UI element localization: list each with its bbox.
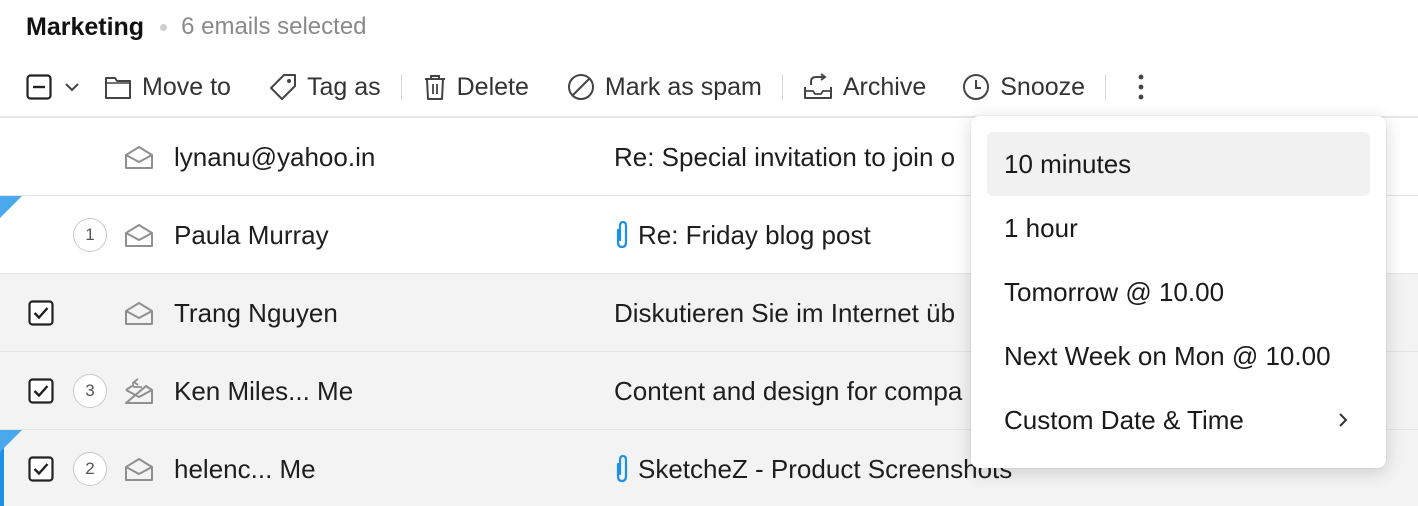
snooze-option-label: 1 hour (1004, 212, 1078, 243)
thread-count-badge: 1 (73, 218, 107, 252)
email-subject-text: Re: Friday blog post (638, 219, 871, 250)
row-checkbox[interactable] (28, 352, 54, 430)
snooze-option-label: Custom Date & Time (1004, 404, 1244, 435)
email-subject-text: Re: Special invitation to join o (614, 141, 956, 172)
archive-icon (803, 73, 832, 99)
tag-as-button[interactable]: Tag as (269, 66, 381, 108)
select-options-dropdown[interactable] (64, 66, 80, 108)
snooze-label: Snooze (1000, 72, 1086, 101)
spam-icon (567, 74, 594, 100)
folder-title: Marketing (26, 12, 145, 41)
unread-flag (0, 196, 22, 218)
snooze-option-custom[interactable]: Custom Date & Time (987, 388, 1370, 452)
snooze-option-label: Next Week on Mon @ 10.00 (1004, 340, 1331, 371)
checked-checkbox-icon (28, 300, 54, 326)
chevron-down-icon (65, 83, 79, 92)
trash-icon (424, 75, 445, 100)
attachment-icon (616, 220, 628, 249)
snooze-option-next-week[interactable]: Next Week on Mon @ 10.00 (987, 324, 1370, 388)
row-checkbox[interactable] (28, 430, 54, 506)
email-subject: Re: Friday blog post (614, 196, 871, 274)
mark-as-spam-button[interactable]: Mark as spam (567, 66, 762, 108)
folder-icon (105, 77, 131, 99)
email-sender: Ken Miles... Me (174, 375, 354, 406)
email-subject: SketcheZ - Product Screenshots (614, 430, 1012, 506)
move-to-label: Move to (142, 72, 231, 101)
bulk-action-toolbar: Move to Tag as Delete Mark as spam Archi… (26, 66, 1144, 108)
email-subject-text: SketcheZ - Product Screenshots (638, 453, 1013, 484)
thread-count: 1 (73, 196, 107, 274)
mail-app: Marketing 6 emails selected Move to Tag … (0, 0, 1418, 506)
archive-label: Archive (842, 72, 927, 101)
more-actions-button[interactable] (1138, 66, 1144, 108)
attachment-icon (616, 454, 628, 483)
row-checkbox[interactable] (28, 274, 54, 352)
checked-checkbox-icon (28, 378, 54, 404)
chevron-right-icon (1339, 413, 1348, 427)
thread-count-badge: 3 (73, 374, 107, 408)
header-separator (160, 23, 168, 31)
snooze-option-label: Tomorrow @ 10.00 (1004, 276, 1225, 307)
delete-button[interactable]: Delete (423, 66, 529, 108)
move-to-button[interactable]: Move to (104, 66, 231, 108)
email-sender: lynanu@yahoo.in (174, 141, 376, 172)
email-subject: Re: Special invitation to join o (614, 118, 955, 196)
toolbar-separator (400, 74, 402, 100)
email-subject-text: Content and design for compa (614, 375, 963, 406)
email-sender: Trang Nguyen (174, 297, 338, 328)
read-mail-icon (124, 118, 154, 196)
unread-flag (0, 430, 22, 452)
read-mail-icon (124, 196, 154, 274)
email-subject: Content and design for compa (614, 352, 962, 430)
partial-checkbox-icon (26, 74, 52, 100)
mark-as-spam-label: Mark as spam (604, 72, 762, 101)
thread-count-badge: 2 (73, 452, 107, 486)
snooze-option-tomorrow[interactable]: Tomorrow @ 10.00 (987, 260, 1370, 324)
selection-count: 6 emails selected (181, 13, 367, 40)
list-header: Marketing 6 emails selected (26, 10, 367, 44)
thread-count: 3 (73, 352, 107, 430)
snooze-option-1-hour[interactable]: 1 hour (987, 196, 1370, 260)
checked-checkbox-icon (28, 456, 54, 482)
toolbar-separator (781, 74, 783, 100)
read-mail-icon (124, 274, 154, 352)
snooze-menu: 10 minutes 1 hour Tomorrow @ 10.00 Next … (971, 116, 1386, 468)
replied-mail-icon (124, 352, 154, 430)
delete-label: Delete (456, 72, 529, 101)
tag-icon (269, 74, 296, 100)
more-vertical-icon (1138, 74, 1144, 100)
read-mail-icon (124, 430, 154, 506)
toolbar-separator (1105, 74, 1107, 100)
snooze-option-label: 10 minutes (1004, 148, 1132, 179)
tag-as-label: Tag as (306, 72, 381, 101)
thread-count: 2 (73, 430, 107, 506)
snooze-option-10-minutes[interactable]: 10 minutes (987, 132, 1370, 196)
snooze-button[interactable]: Snooze (962, 66, 1085, 108)
email-sender: Paula Murray (174, 219, 329, 250)
email-sender: helenc... Me (174, 453, 316, 484)
email-subject-text: Diskutieren Sie im Internet üb (614, 297, 956, 328)
select-all-checkbox[interactable] (26, 66, 52, 108)
archive-button[interactable]: Archive (803, 66, 926, 108)
email-subject: Diskutieren Sie im Internet üb (614, 274, 955, 352)
clock-icon (963, 74, 990, 100)
